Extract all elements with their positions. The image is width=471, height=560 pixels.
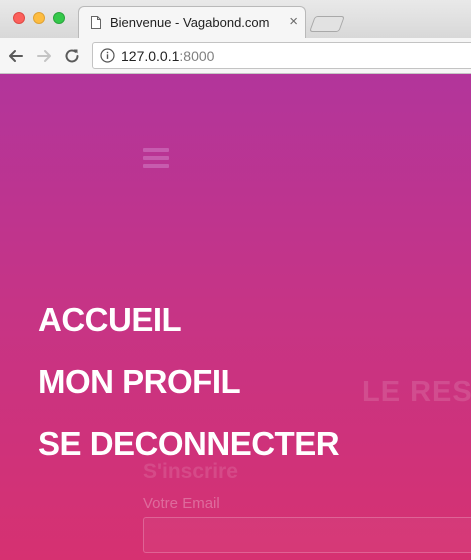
forward-arrow-icon[interactable] — [34, 46, 54, 66]
hamburger-bar — [143, 164, 169, 168]
hamburger-bar — [143, 148, 169, 152]
info-icon[interactable] — [100, 48, 115, 63]
hamburger-bar — [143, 156, 169, 160]
url-host: 127.0.0.1 — [121, 48, 180, 64]
tab-title: Bienvenue - Vagabond.com — [110, 15, 270, 30]
address-bar[interactable]: 127.0.0.1:8000 — [92, 42, 471, 69]
url-text: 127.0.0.1:8000 — [121, 48, 214, 64]
window-close-button[interactable] — [13, 12, 25, 24]
browser-toolbar: 127.0.0.1:8000 — [0, 38, 471, 74]
hamburger-menu-icon[interactable] — [143, 146, 171, 172]
document-icon — [91, 16, 101, 29]
menu-item-se-deconnecter[interactable]: SE DECONNECTER — [38, 426, 340, 462]
overlay-menu: ACCUEIL MON PROFIL SE DECONNECTER — [38, 302, 340, 488]
back-arrow-icon[interactable] — [6, 46, 26, 66]
window-maximize-button[interactable] — [53, 12, 65, 24]
tab-close-icon[interactable]: × — [289, 14, 298, 30]
browser-tab[interactable]: Bienvenue - Vagabond.com × — [78, 6, 306, 38]
window-minimize-button[interactable] — [33, 12, 45, 24]
reload-icon[interactable] — [62, 46, 82, 66]
url-port: :8000 — [179, 48, 215, 64]
menu-item-mon-profil[interactable]: MON PROFIL — [38, 364, 339, 400]
browser-titlebar: Bienvenue - Vagabond.com × — [0, 0, 471, 38]
email-input[interactable] — [143, 517, 471, 553]
new-tab-button[interactable] — [309, 16, 345, 32]
background-heading: LE RES — [362, 376, 471, 408]
menu-item-accueil[interactable]: ACCUEIL — [38, 302, 339, 338]
page-viewport: LE RES S'inscrire Votre Email ACCUEIL MO… — [0, 74, 471, 560]
email-label: Votre Email — [143, 495, 220, 512]
